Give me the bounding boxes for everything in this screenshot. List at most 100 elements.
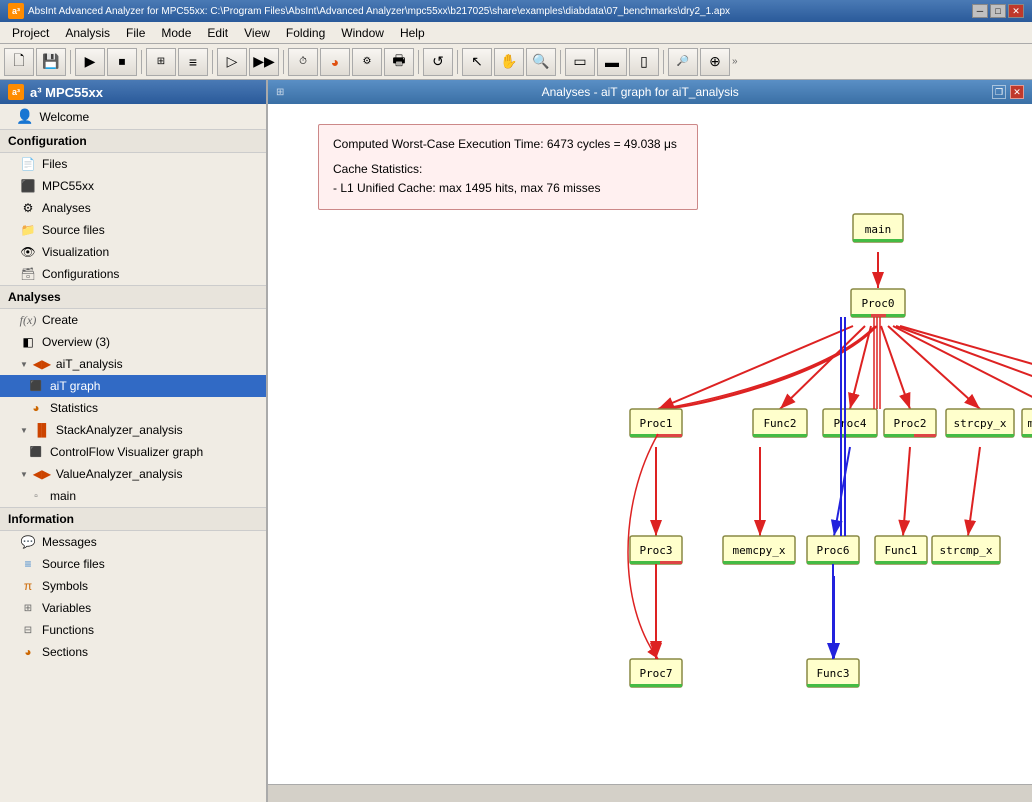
expand-triangle-value: ▼	[20, 470, 28, 479]
sidebar-item-sections[interactable]: ◕ Sections	[0, 641, 266, 663]
node-strcmp-bar	[932, 561, 1000, 564]
sidebar-item-source-files-info[interactable]: ≡ Source files	[0, 553, 266, 575]
toolbar-page3[interactable]: ▯	[629, 48, 659, 76]
sidebar-item-visualization[interactable]: 👁 Visualization	[0, 241, 266, 263]
toolbar-sep2	[141, 50, 142, 74]
toolbar-zoom2[interactable]: 🔎	[668, 48, 698, 76]
sidebar-app-header: a³ a³ MPC55xx	[0, 80, 266, 104]
toolbar-save[interactable]: 💾	[36, 48, 66, 76]
toolbar-page1[interactable]: ▭	[565, 48, 595, 76]
sidebar-item-messages[interactable]: 💬 Messages	[0, 531, 266, 553]
sidebar-item-stack-analysis[interactable]: ▼ ▐▌ StackAnalyzer_analysis	[0, 419, 266, 441]
gear-icon: ⚙	[20, 200, 36, 216]
node-strcpy-label: strcpy_x	[954, 417, 1007, 430]
menu-edit[interactable]: Edit	[199, 24, 236, 41]
sidebar-welcome[interactable]: 👤 Welcome	[0, 104, 266, 129]
title-bar-controls[interactable]: ─ □ ✕	[972, 4, 1024, 18]
toolbar-sep4	[283, 50, 284, 74]
node-proc1-bar2	[656, 434, 682, 437]
bundle2	[661, 326, 876, 409]
maximize-button[interactable]: □	[990, 4, 1006, 18]
toolbar-page2[interactable]: ▬	[597, 48, 627, 76]
bundle1	[658, 326, 875, 409]
sidebar-cf-label: ControlFlow Visualizer graph	[50, 445, 203, 459]
sidebar-item-source-files-config[interactable]: 📁 Source files	[0, 219, 266, 241]
menu-folding[interactable]: Folding	[278, 24, 333, 41]
sidebar-item-variables[interactable]: ⊞ Variables	[0, 597, 266, 619]
toolbar-play2[interactable]: ▷	[217, 48, 247, 76]
menu-window[interactable]: Window	[333, 24, 392, 41]
panel-controls[interactable]: ❐ ✕	[992, 85, 1024, 99]
sidebar-item-create[interactable]: f(x) Create	[0, 309, 266, 331]
node-func2-label: Func2	[763, 417, 796, 430]
toolbar-stop[interactable]: ⏹	[107, 48, 137, 76]
sidebar-overview-label: Overview (3)	[42, 335, 110, 349]
sidebar-item-ait-analysis[interactable]: ▼ ◀▶ aiT_analysis	[0, 353, 266, 375]
toolbar-time[interactable]: ⏱	[288, 48, 318, 76]
toolbar-sep6	[457, 50, 458, 74]
toolbar-zoom[interactable]: 🔍	[526, 48, 556, 76]
menu-file[interactable]: File	[118, 24, 153, 41]
sidebar-item-controlflow[interactable]: ⬛ ControlFlow Visualizer graph	[0, 441, 266, 463]
panel-close-button[interactable]: ✕	[1010, 85, 1024, 99]
sidebar-item-main[interactable]: ▫ main	[0, 485, 266, 507]
toolbar-zoomin[interactable]: ⊕	[700, 48, 730, 76]
app-icon: a³	[8, 3, 24, 19]
sidebar: a³ a³ MPC55xx 👤 Welcome Configuration 📄 …	[0, 80, 268, 802]
toolbar-sep3	[212, 50, 213, 74]
menu-view[interactable]: View	[236, 24, 278, 41]
graph-area[interactable]: Computed Worst-Case Execution Time: 6473…	[268, 104, 1032, 784]
sidebar-item-mpc55xx[interactable]: ⬛ MPC55xx	[0, 175, 266, 197]
sidebar-app-icon: a³	[8, 84, 24, 100]
node-main-label: main	[865, 223, 892, 236]
expand-triangle-ait: ▼	[20, 360, 28, 369]
sidebar-statistics-label: Statistics	[50, 401, 98, 415]
sidebar-stack-label: StackAnalyzer_analysis	[56, 423, 183, 437]
menu-project[interactable]: Project	[4, 24, 57, 41]
sidebar-item-value-analysis[interactable]: ▼ ◀▶ ValueAnalyzer_analysis	[0, 463, 266, 485]
sidebar-functions-label: Functions	[42, 623, 94, 637]
toolbar-list[interactable]: ≡	[178, 48, 208, 76]
sidebar-item-ait-graph[interactable]: ⬛ aiT graph	[0, 375, 266, 397]
panel-restore-button[interactable]: ❐	[992, 85, 1006, 99]
menu-analysis[interactable]: Analysis	[57, 24, 118, 41]
menu-mode[interactable]: Mode	[153, 24, 199, 41]
node-proc1-label: Proc1	[639, 417, 672, 430]
arrow-proc2-func1	[903, 447, 910, 536]
sidebar-item-files[interactable]: 📄 Files	[0, 153, 266, 175]
toolbar-run[interactable]: ▶	[75, 48, 105, 76]
toolbar-cursor[interactable]: ↖	[462, 48, 492, 76]
sidebar-va-label: ValueAnalyzer_analysis	[56, 467, 183, 481]
toolbar-new[interactable]: 🗋	[4, 48, 34, 76]
config-icon: 🗃	[20, 266, 36, 282]
node-memcpy-label: memcpy_x	[733, 544, 786, 557]
sidebar-symbols-label: Symbols	[42, 579, 88, 593]
toolbar-sep7	[560, 50, 561, 74]
node-proc3-label: Proc3	[639, 544, 672, 557]
minimize-button[interactable]: ─	[972, 4, 988, 18]
sidebar-item-configurations[interactable]: 🗃 Configurations	[0, 263, 266, 285]
node-func3-bar	[807, 684, 859, 687]
sidebar-item-overview[interactable]: ◧ Overview (3)	[0, 331, 266, 353]
panel-header: ⊞ Analyses - aiT graph for aiT_analysis …	[268, 80, 1032, 104]
toolbar-hand[interactable]: ✋	[494, 48, 524, 76]
toolbar-stack[interactable]: ⚙	[352, 48, 382, 76]
sidebar-item-statistics[interactable]: ◕ Statistics	[0, 397, 266, 419]
sidebar-item-functions[interactable]: ⊟ Functions	[0, 619, 266, 641]
chip-icon: ⬛	[20, 178, 36, 194]
close-button[interactable]: ✕	[1008, 4, 1024, 18]
toolbar-step[interactable]: ⊞	[146, 48, 176, 76]
sidebar-item-analyses-config[interactable]: ⚙ Analyses	[0, 197, 266, 219]
toolbar-print[interactable]: 🖶	[384, 48, 414, 76]
cf-icon: ⬛	[28, 444, 44, 460]
sidebar-item-symbols[interactable]: π Symbols	[0, 575, 266, 597]
arrow-strcpy-strcmp	[968, 447, 980, 536]
toolbar-play3[interactable]: ▶▶	[249, 48, 279, 76]
sidebar-create-label: Create	[42, 313, 78, 327]
toolbar-chart[interactable]: ◕	[320, 48, 350, 76]
toolbar-undo[interactable]: ↺	[423, 48, 453, 76]
node-main-bar-green	[853, 239, 878, 242]
arrow-proc0-strcpy	[888, 326, 980, 409]
menu-help[interactable]: Help	[392, 24, 433, 41]
main-layout: a³ a³ MPC55xx 👤 Welcome Configuration 📄 …	[0, 80, 1032, 802]
